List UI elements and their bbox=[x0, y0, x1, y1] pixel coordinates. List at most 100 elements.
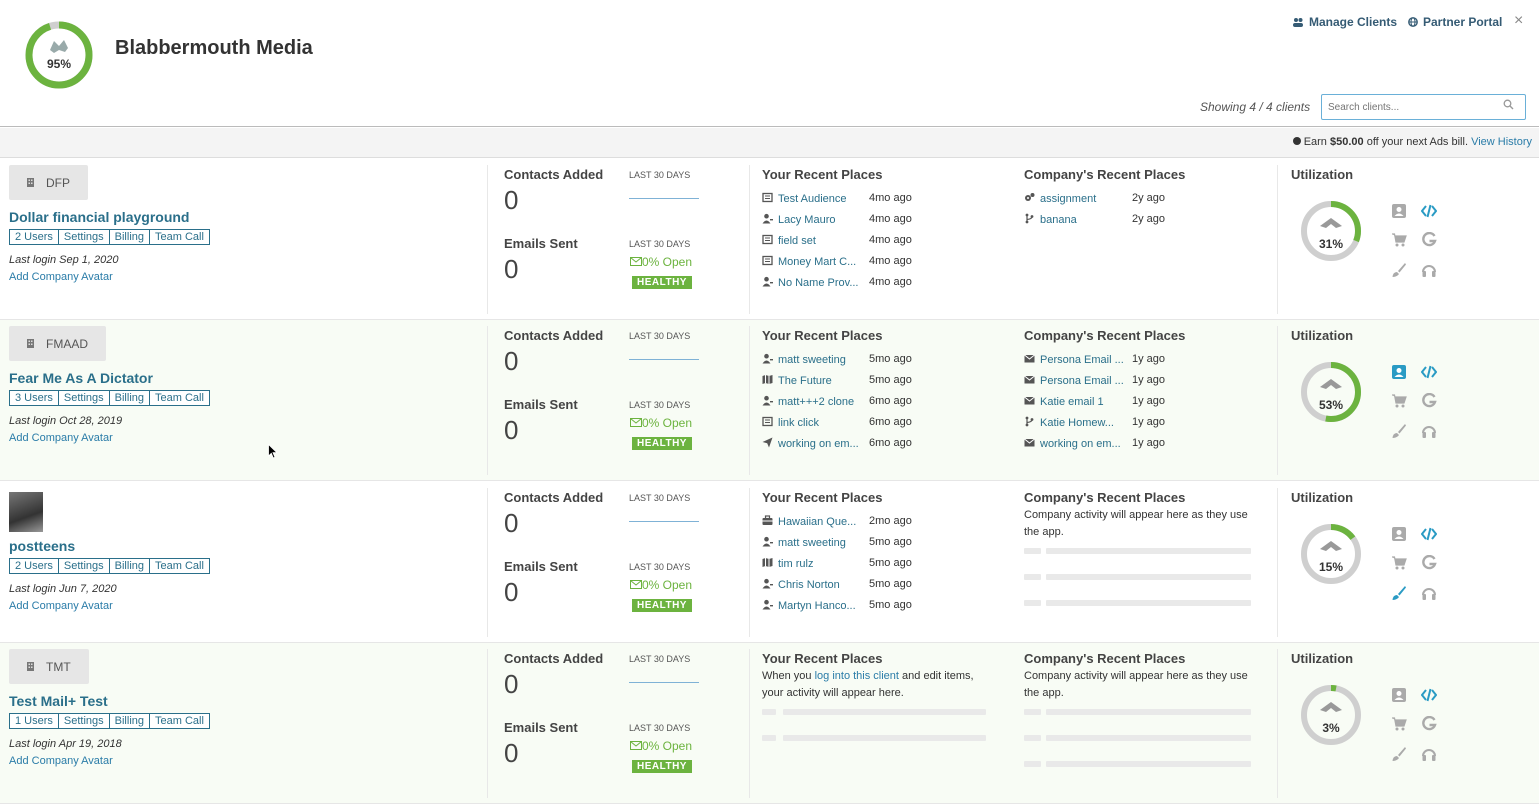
users-button[interactable]: 2 Users bbox=[9, 229, 59, 245]
team-call-button[interactable]: Team Call bbox=[149, 229, 210, 245]
emails-sent-value: 0 bbox=[504, 254, 519, 284]
team-call-button[interactable]: Team Call bbox=[149, 390, 210, 406]
client-name-link[interactable]: Fear Me As A Dictator bbox=[9, 370, 153, 386]
add-company-avatar-link[interactable]: Add Company Avatar bbox=[9, 600, 113, 612]
header: 95% Blabbermouth Media Manage Clients Pa… bbox=[0, 0, 1539, 127]
client-name-link[interactable]: Test Mail+ Test bbox=[9, 693, 108, 709]
placeholder-bar bbox=[1024, 574, 1041, 580]
team-call-button[interactable]: Team Call bbox=[149, 713, 210, 729]
recent-place-link[interactable]: matt sweeting bbox=[762, 353, 846, 367]
client-actions: 2 Users Settings Billing Team Call bbox=[9, 229, 210, 245]
search-icon[interactable] bbox=[1503, 99, 1514, 110]
settings-button[interactable]: Settings bbox=[57, 229, 110, 245]
company-place-link[interactable]: Persona Email ... bbox=[1024, 353, 1124, 367]
search-input[interactable] bbox=[1321, 94, 1526, 120]
contacts-added-value: 0 bbox=[504, 346, 519, 376]
placeholder-bar bbox=[1046, 548, 1251, 554]
open-rate-value: 0% Open bbox=[642, 255, 693, 269]
health-badge: HEALTHY bbox=[632, 599, 692, 612]
manage-clients-link[interactable]: Manage Clients bbox=[1292, 15, 1397, 29]
company-place-link[interactable]: banana bbox=[1024, 213, 1077, 227]
recent-place-link[interactable]: Lacy Mauro bbox=[762, 213, 835, 227]
view-history-link[interactable]: View History bbox=[1471, 136, 1532, 148]
users-button[interactable]: 2 Users bbox=[9, 558, 59, 574]
recent-place-link[interactable]: working on em... bbox=[762, 437, 859, 451]
recent-place-link[interactable]: The Future bbox=[762, 374, 832, 388]
settings-button[interactable]: Settings bbox=[57, 558, 110, 574]
add-company-avatar-link[interactable]: Add Company Avatar bbox=[9, 755, 113, 767]
client-actions: 1 Users Settings Billing Team Call bbox=[9, 713, 210, 729]
client-name-link[interactable]: postteens bbox=[9, 538, 75, 554]
recent-place-link[interactable]: matt+++2 clone bbox=[762, 395, 854, 409]
partner-portal-label: Partner Portal bbox=[1423, 15, 1503, 29]
recent-place-label: link click bbox=[778, 417, 819, 429]
log-into-client-link[interactable]: log into this client bbox=[815, 670, 899, 682]
client-actions: 2 Users Settings Billing Team Call bbox=[9, 558, 210, 574]
open-rate: 0% Open bbox=[630, 255, 692, 269]
recent-place-link[interactable]: Money Mart C... bbox=[762, 255, 856, 269]
billing-button[interactable]: Billing bbox=[108, 229, 151, 245]
recent-place-link[interactable]: matt sweeting bbox=[762, 536, 846, 550]
globe-icon bbox=[1408, 17, 1418, 27]
settings-button[interactable]: Settings bbox=[57, 713, 110, 729]
utilization-value: 15% bbox=[1318, 560, 1344, 574]
recent-place-time: 5mo ago bbox=[869, 599, 912, 611]
last-login: Last login Jun 7, 2020 bbox=[9, 583, 117, 595]
your-places-empty: When you log into this client and edit i… bbox=[762, 670, 974, 699]
building-icon bbox=[27, 339, 34, 348]
recent-place-link[interactable]: field set bbox=[762, 234, 816, 248]
recent-place-link[interactable]: Chris Norton bbox=[762, 578, 840, 592]
recent-place-link[interactable]: No Name Prov... bbox=[762, 276, 859, 290]
recent-place-link[interactable]: link click bbox=[762, 416, 819, 430]
users-button[interactable]: 1 Users bbox=[9, 713, 59, 729]
placeholder-bar bbox=[1024, 709, 1041, 715]
company-place-link[interactable]: Katie Homew... bbox=[1024, 416, 1114, 430]
open-rate-value: 0% Open bbox=[642, 739, 693, 753]
company-place-label: Persona Email ... bbox=[1040, 375, 1124, 387]
billing-button[interactable]: Billing bbox=[108, 713, 151, 729]
contacts-added-label: Contacts Added bbox=[504, 651, 604, 666]
person-icon bbox=[762, 353, 773, 367]
client-badge: DFP bbox=[9, 165, 88, 200]
person-icon bbox=[762, 599, 773, 613]
add-company-avatar-link[interactable]: Add Company Avatar bbox=[9, 271, 113, 283]
recent-place-link[interactable]: tim rulz bbox=[762, 557, 813, 571]
team-call-button[interactable]: Team Call bbox=[149, 558, 210, 574]
partner-portal-link[interactable]: Partner Portal bbox=[1408, 15, 1502, 29]
placeholder-bar bbox=[1046, 600, 1251, 606]
client-initials: TMT bbox=[46, 659, 71, 674]
envelope-icon bbox=[1024, 353, 1035, 367]
close-button[interactable]: × bbox=[1514, 12, 1523, 30]
branch-icon bbox=[1024, 416, 1035, 430]
billing-button[interactable]: Billing bbox=[108, 558, 151, 574]
recent-place-label: Lacy Mauro bbox=[778, 214, 836, 226]
placeholder-bar bbox=[1046, 735, 1251, 741]
recent-place-label: Martyn Hanco... bbox=[778, 600, 856, 612]
recent-place-link[interactable]: Test Audience bbox=[762, 192, 847, 206]
recent-place-label: Money Mart C... bbox=[778, 256, 857, 268]
contacts-sparkline bbox=[629, 198, 699, 199]
client-name-link[interactable]: Dollar financial playground bbox=[9, 209, 189, 225]
users-button[interactable]: 3 Users bbox=[9, 390, 59, 406]
recent-place-link[interactable]: Hawaiian Que... bbox=[762, 515, 856, 529]
company-place-link[interactable]: working on em... bbox=[1024, 437, 1121, 451]
recent-place-time: 6mo ago bbox=[869, 416, 912, 428]
company-place-link[interactable]: Persona Email ... bbox=[1024, 374, 1124, 388]
placeholder-bar bbox=[1046, 709, 1251, 715]
company-recent-places-title: Company's Recent Places bbox=[1024, 328, 1186, 343]
client-avatar bbox=[9, 492, 43, 532]
person-icon bbox=[762, 395, 773, 409]
recent-place-link[interactable]: Martyn Hanco... bbox=[762, 599, 856, 613]
mascot-icon bbox=[1320, 541, 1342, 551]
your-recent-places-title: Your Recent Places bbox=[762, 490, 883, 505]
your-recent-places-title: Your Recent Places bbox=[762, 328, 883, 343]
billing-button[interactable]: Billing bbox=[108, 390, 151, 406]
company-place-label: Katie email 1 bbox=[1040, 396, 1104, 408]
add-company-avatar-link[interactable]: Add Company Avatar bbox=[9, 432, 113, 444]
company-place-link[interactable]: Katie email 1 bbox=[1024, 395, 1104, 409]
client-row: postteens 2 Users Settings Billing Team … bbox=[0, 482, 1539, 643]
client-row: FMAAD Fear Me As A Dictator 3 Users Setti… bbox=[0, 320, 1539, 481]
company-place-link[interactable]: assignment bbox=[1024, 192, 1096, 206]
client-row: DFP Dollar financial playground 2 Users S… bbox=[0, 159, 1539, 320]
settings-button[interactable]: Settings bbox=[57, 390, 110, 406]
